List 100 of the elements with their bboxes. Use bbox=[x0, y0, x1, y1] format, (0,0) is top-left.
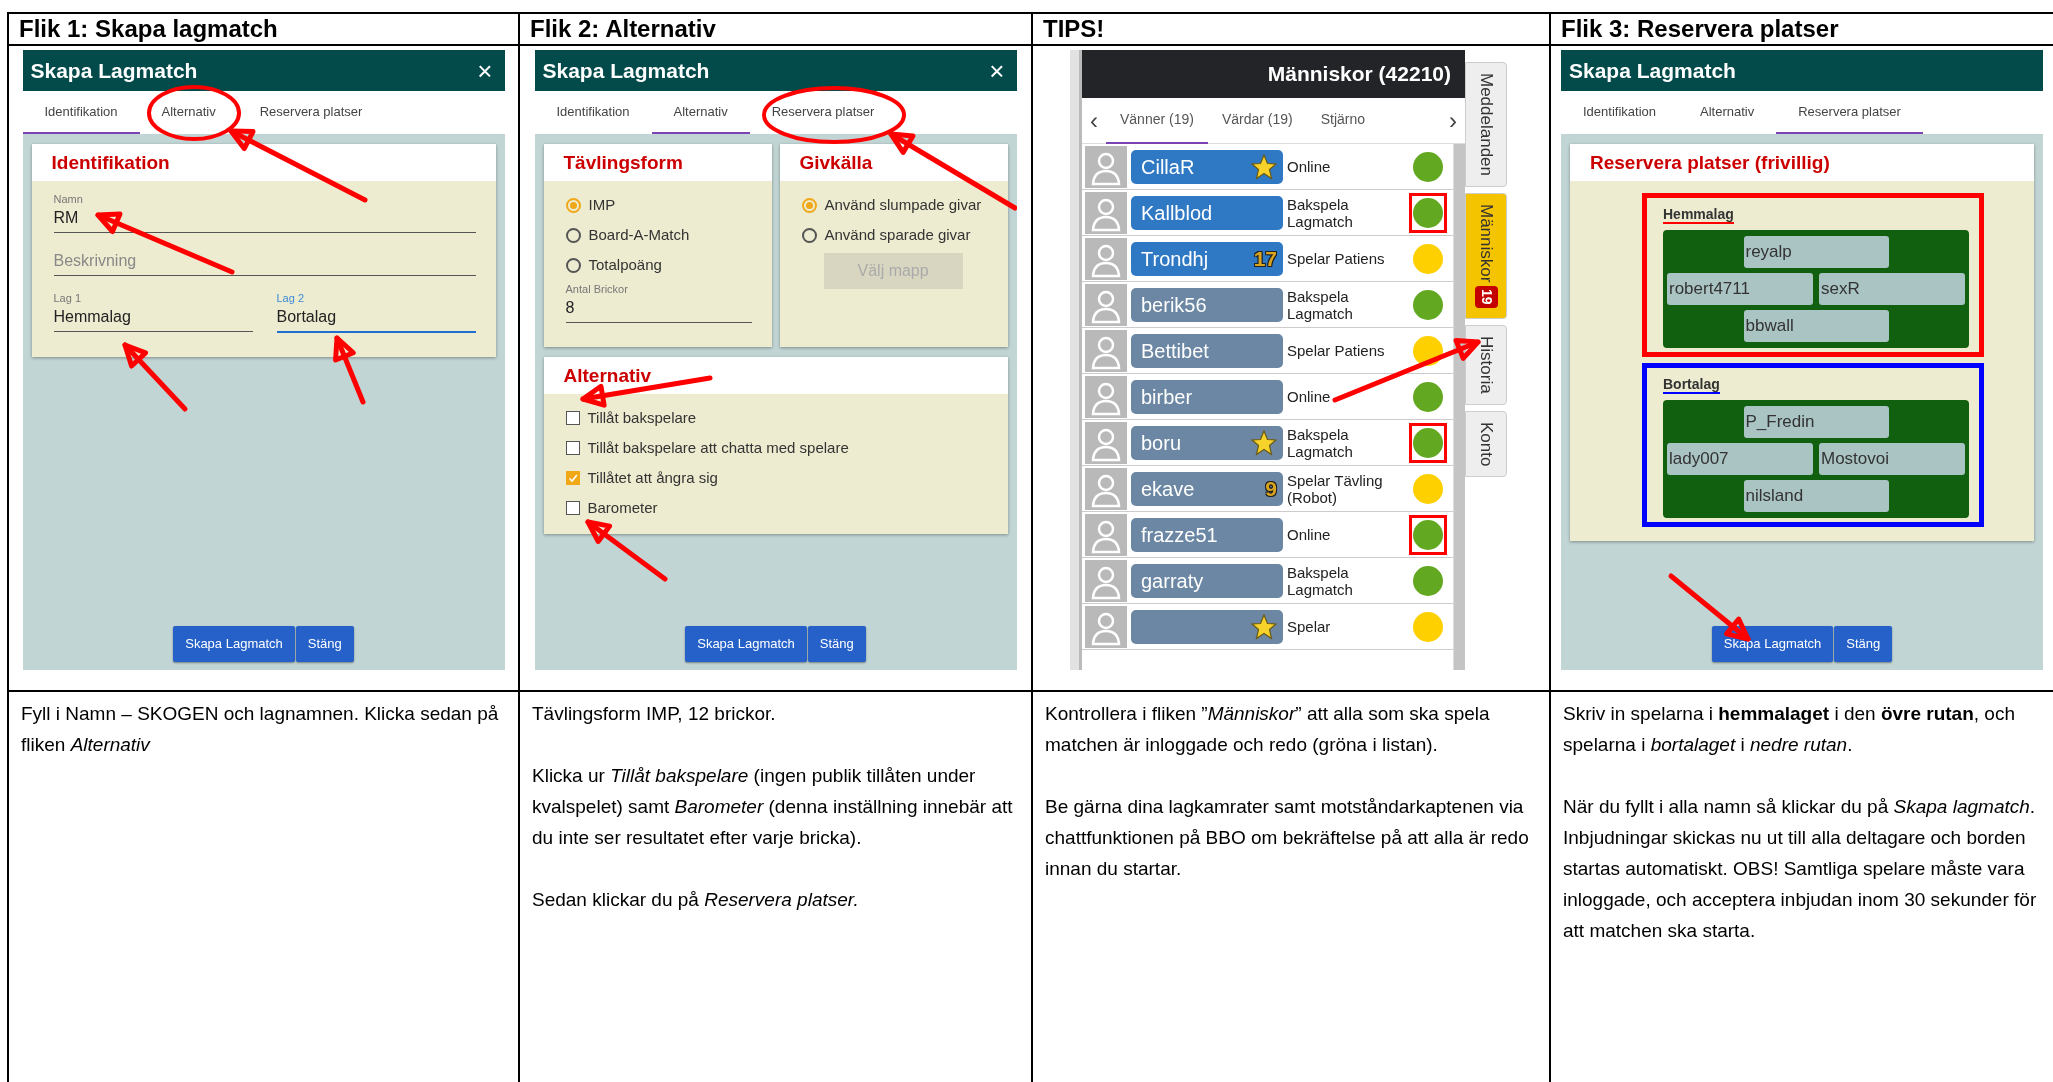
dialog-button[interactable]: Stäng bbox=[1834, 626, 1893, 662]
dialog-title: Skapa Lagmatch bbox=[1569, 57, 1736, 84]
dialog-button[interactable]: Skapa Lagmatch bbox=[1711, 626, 1834, 662]
tab[interactable]: Reservera platser bbox=[1776, 91, 1923, 134]
player-name[interactable]: berik56 bbox=[1131, 287, 1283, 322]
seat-field[interactable]: bbwall bbox=[1743, 310, 1889, 342]
dialog-title: Skapa Lagmatch bbox=[542, 57, 710, 84]
checkbox-label[interactable]: Tillåt bakspelare bbox=[587, 406, 697, 430]
status-text: Spelar Tävling (Robot) bbox=[1287, 471, 1384, 506]
dialog-button[interactable]: Skapa Lagmatch bbox=[685, 626, 807, 662]
player-name[interactable]: Trondhj 17 bbox=[1131, 241, 1283, 276]
instruction-text: När du fyllt i alla namn så klickar du på Skapa lagmatch. Inbjudningar skickas nu ut till alla deltagare och borden startas automatiskt. OBS! Samtliga spelare måste vara inloggade, och acceptera inbjudan inom 30 sekunder för att matchen ska starta. bbox=[1563, 795, 2038, 943]
radio-label[interactable]: Använd slumpade givar bbox=[824, 193, 982, 217]
seat-field[interactable]: sexR bbox=[1819, 273, 1965, 305]
status-text: Online bbox=[1287, 526, 1332, 543]
instruction-text: Be gärna dina lagkamrater samt motståndarkaptenen via chattfunktionen på BBO om bekräftelse på att alla är redo innan du startar. bbox=[1045, 795, 1530, 881]
side-tab[interactable]: Historia bbox=[1465, 325, 1507, 405]
next-button[interactable]: › bbox=[1441, 108, 1465, 133]
status-text: Spelar Patiens bbox=[1287, 342, 1386, 359]
list-header: Människor (42210) bbox=[1082, 50, 1465, 98]
column-heading: Flik 3: Reservera platser bbox=[1549, 12, 2053, 46]
checkbox[interactable] bbox=[565, 441, 580, 455]
side-tab[interactable]: Konto bbox=[1465, 410, 1507, 478]
team-label: Hemmalag bbox=[1663, 206, 1734, 224]
seat-field[interactable]: P_Fredin bbox=[1743, 406, 1889, 438]
text-field[interactable]: Beskrivning bbox=[53, 249, 476, 276]
player-name[interactable]: frazze51 bbox=[1131, 517, 1283, 552]
player-name[interactable]: Bettibet bbox=[1131, 333, 1283, 368]
close-button[interactable]: × bbox=[473, 57, 497, 84]
dialog-button[interactable]: Stäng bbox=[807, 626, 866, 662]
section-header: Reservera platser (frivillig) bbox=[1570, 144, 2034, 181]
player-name[interactable]: Kallblod bbox=[1131, 195, 1283, 230]
section-header: Givkälla bbox=[779, 144, 1008, 181]
seat-field[interactable]: nilsland bbox=[1743, 480, 1889, 512]
tab[interactable]: Alternativ bbox=[651, 91, 750, 134]
text-field[interactable]: Bortalag bbox=[276, 305, 476, 333]
checkbox[interactable] bbox=[565, 411, 580, 425]
checkbox[interactable] bbox=[565, 471, 580, 485]
avatar-icon bbox=[1085, 375, 1127, 418]
side-tab[interactable]: Människor 19 bbox=[1465, 193, 1507, 320]
player-name[interactable]: ekave 9 bbox=[1131, 471, 1283, 506]
player-name[interactable]: boru bbox=[1131, 425, 1283, 460]
avatar-icon bbox=[1085, 605, 1127, 648]
previous-button[interactable]: ‹ bbox=[1082, 108, 1106, 133]
text-field[interactable]: 8 bbox=[565, 296, 752, 323]
tab[interactable]: Stjärno bbox=[1306, 97, 1380, 144]
radio-button[interactable] bbox=[565, 257, 581, 273]
radio-button[interactable] bbox=[565, 227, 581, 243]
tab[interactable]: Identifikation bbox=[22, 91, 140, 134]
tab[interactable]: Alternativ bbox=[139, 91, 238, 134]
column-heading: Flik 1: Skapa lagmatch bbox=[7, 12, 518, 46]
text-field[interactable]: RM bbox=[53, 206, 476, 233]
instruction-text: Skriv in spelarna i hemmalaget i den övre rutan, och spelarna i bortalaget i nedre rutan. bbox=[1563, 702, 2016, 757]
side-tab[interactable]: Meddelanden bbox=[1465, 62, 1507, 188]
scrollbar[interactable] bbox=[1453, 144, 1465, 670]
field-label: Namn bbox=[53, 193, 84, 206]
radio-button[interactable] bbox=[801, 227, 817, 243]
close-button[interactable]: × bbox=[985, 57, 1009, 84]
checkbox[interactable] bbox=[565, 501, 580, 515]
tab[interactable]: Reservera platser bbox=[749, 91, 897, 134]
annotation-arrow bbox=[332, 335, 365, 405]
instruction-text: Kontrollera i fliken ”Människor” att alla som ska spela matchen är inloggade och redo (gröna i listan). bbox=[1045, 702, 1491, 757]
text-field[interactable]: Hemmalag bbox=[53, 305, 253, 332]
tab[interactable]: Alternativ bbox=[1678, 91, 1777, 134]
player-name[interactable]: CillaR bbox=[1131, 149, 1283, 184]
checkbox-label[interactable]: Tillåt bakspelare att chatta med spelare bbox=[587, 436, 849, 460]
radio-label[interactable]: Totalpoäng bbox=[588, 253, 662, 277]
checkbox-label[interactable]: Barometer bbox=[587, 496, 658, 520]
tab[interactable]: Identifikation bbox=[534, 91, 652, 134]
player-name[interactable]: birber bbox=[1131, 379, 1283, 414]
player-name[interactable] bbox=[1131, 609, 1283, 644]
player-name[interactable]: garraty bbox=[1131, 563, 1283, 598]
tab[interactable]: Värdar (19) bbox=[1207, 97, 1307, 144]
team-label: Bortalag bbox=[1663, 376, 1720, 394]
radio-label[interactable]: IMP bbox=[588, 193, 616, 217]
radio-button[interactable] bbox=[801, 197, 817, 213]
dialog-title: Skapa Lagmatch bbox=[30, 57, 198, 84]
status-text: Spelar bbox=[1287, 618, 1332, 635]
checkbox-label[interactable]: Tillåtet att ångra sig bbox=[587, 466, 718, 490]
instruction-text: Tävlingsform IMP, 12 brickor. bbox=[532, 702, 777, 726]
radio-label[interactable]: Board-A-Match bbox=[588, 223, 690, 247]
dialog-button[interactable]: Stäng bbox=[295, 626, 354, 662]
column-heading: TIPS! bbox=[1031, 12, 1549, 46]
field-label: Lag 2 bbox=[276, 292, 306, 305]
dialog-button[interactable]: Skapa Lagmatch bbox=[173, 626, 295, 662]
seat-field[interactable]: robert4711 bbox=[1667, 273, 1813, 305]
tab[interactable]: Reservera platser bbox=[237, 91, 385, 134]
seat-field[interactable]: Mostovoi bbox=[1819, 443, 1965, 475]
seat-field[interactable]: reyalp bbox=[1743, 236, 1889, 268]
field-label: Lag 1 bbox=[53, 292, 83, 305]
section-header: Alternativ bbox=[543, 357, 1008, 394]
tab[interactable]: Vänner (19) bbox=[1106, 97, 1208, 144]
instruction-text: Sedan klickar du på Reservera platser. bbox=[532, 888, 860, 912]
seat-field[interactable]: lady007 bbox=[1667, 443, 1813, 475]
avatar-icon bbox=[1085, 237, 1127, 280]
avatar-icon bbox=[1085, 329, 1127, 372]
tab[interactable]: Identifikation bbox=[1561, 91, 1678, 134]
instruction-text: Fyll i Namn – SKOGEN och lagnamnen. Klicka sedan på fliken Alternativ bbox=[21, 702, 500, 757]
radio-button[interactable] bbox=[565, 197, 581, 213]
radio-label[interactable]: Använd sparade givar bbox=[824, 223, 971, 247]
